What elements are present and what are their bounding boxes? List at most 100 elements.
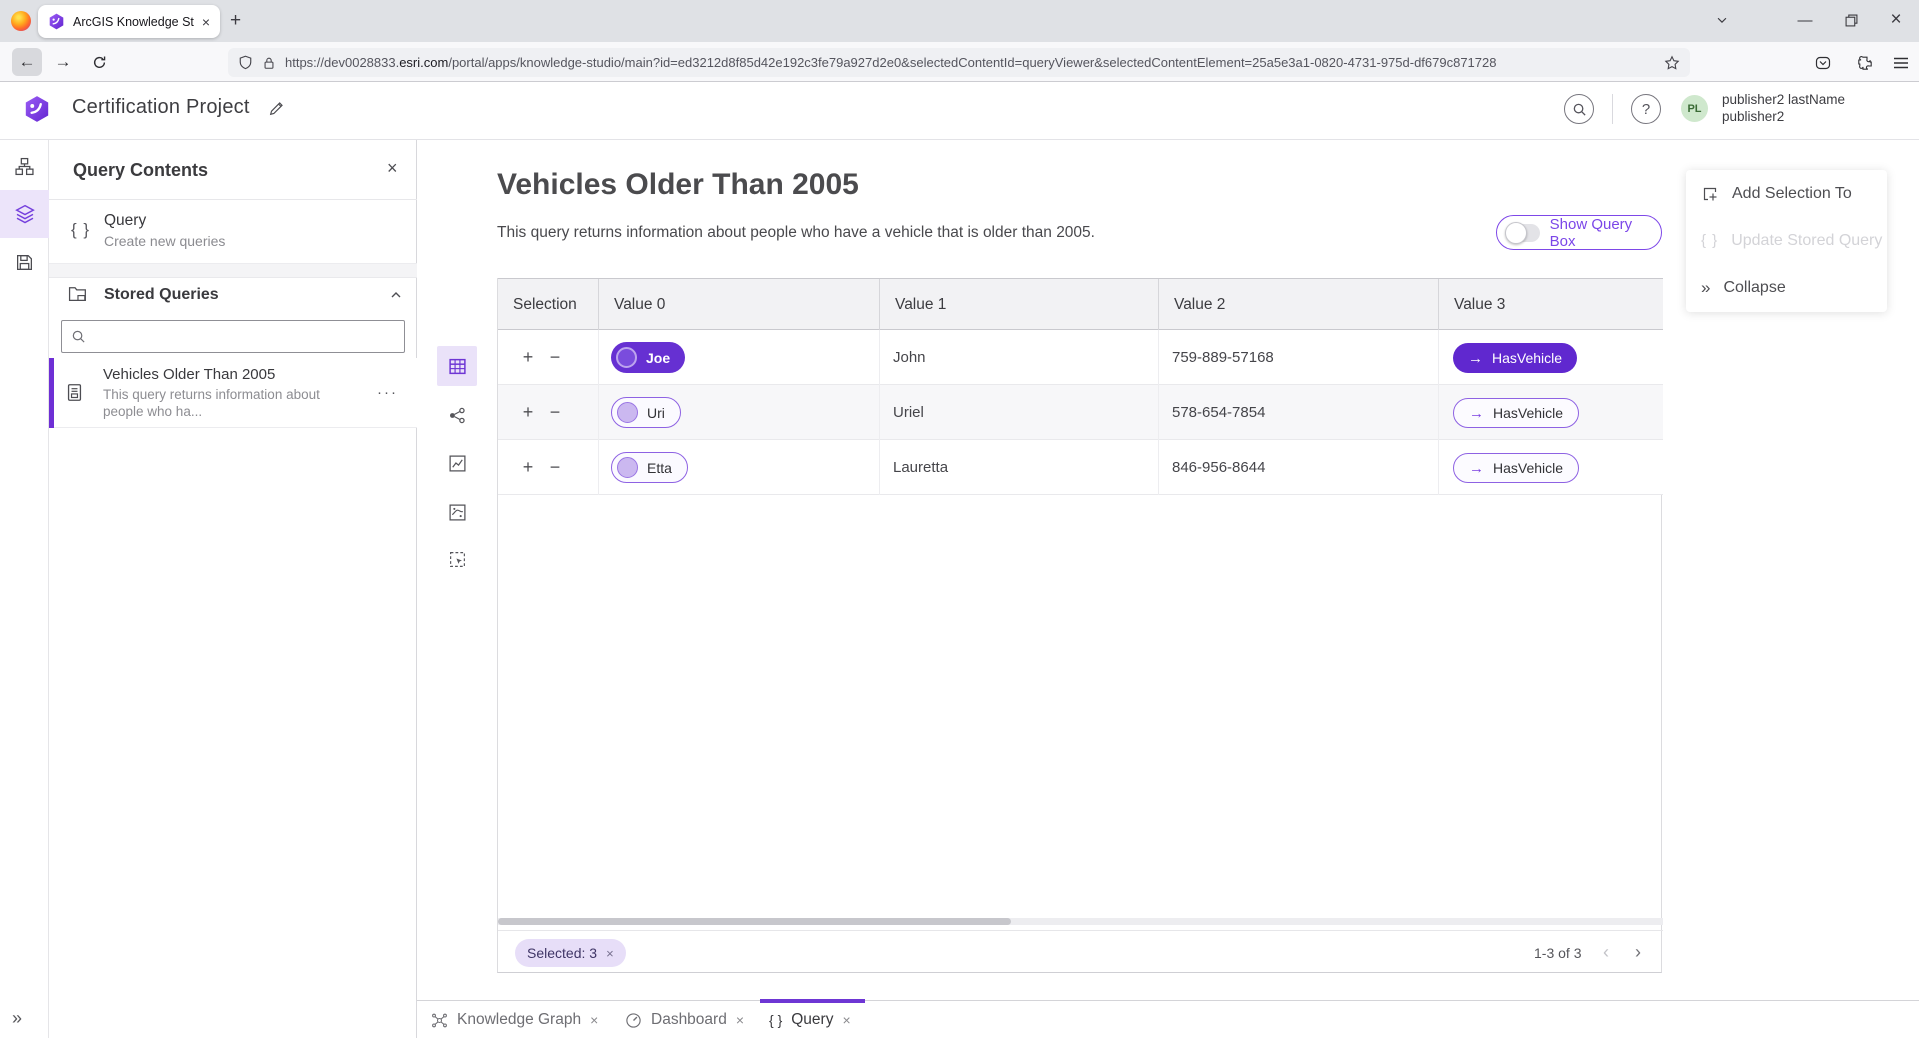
col-header-value3[interactable]: Value 3 — [1438, 279, 1663, 331]
col-header-value1[interactable]: Value 1 — [879, 279, 1158, 331]
page-prev-button[interactable]: ‹ — [1593, 939, 1619, 965]
stored-query-doc-icon — [65, 383, 84, 402]
browser-tab[interactable]: ArcGIS Knowledge Studio × — [38, 5, 220, 38]
query-title: Vehicles Older Than 2005 — [497, 168, 859, 202]
remove-from-selection-button[interactable]: − — [543, 330, 567, 385]
map-view-icon[interactable] — [437, 492, 477, 532]
query-description: This query returns information about peo… — [497, 224, 1095, 242]
pagination-range: 1-3 of 3 — [1534, 945, 1581, 961]
tab-close-icon[interactable]: × — [202, 15, 210, 29]
extensions-puzzle-icon[interactable] — [1850, 49, 1880, 77]
stored-query-desc-line1: This query returns information about — [103, 387, 320, 402]
toggle-track[interactable] — [1507, 224, 1540, 242]
cell-value1[interactable]: Lauretta — [893, 440, 948, 495]
stored-queries-searchbox[interactable] — [61, 320, 405, 353]
tab-close-icon[interactable]: × — [590, 1012, 598, 1028]
stored-query-item[interactable]: Vehicles Older Than 2005 This query retu… — [49, 358, 417, 428]
tab-title: ArcGIS Knowledge Studio — [73, 15, 194, 29]
select-tool-icon[interactable] — [437, 539, 477, 579]
padlock-icon[interactable] — [262, 56, 276, 70]
table-row[interactable]: + − Uri Uriel 578-654-7854 →HasVehicle — [498, 385, 1663, 440]
relationship-pill[interactable]: →HasVehicle — [1453, 343, 1577, 373]
firefox-icon[interactable] — [11, 11, 31, 31]
hamburger-menu-icon[interactable] — [1886, 49, 1916, 77]
tab-close-icon[interactable]: × — [736, 1012, 744, 1028]
entity-dot-icon — [616, 347, 637, 368]
contents-layers-icon[interactable] — [0, 190, 49, 238]
query-create-item[interactable]: { } Query Create new queries — [49, 200, 417, 264]
forward-button[interactable]: → — [48, 48, 78, 76]
add-to-selection-button[interactable]: + — [516, 440, 540, 495]
tab-list-chevron-icon[interactable] — [1699, 0, 1745, 40]
panel-close-icon[interactable]: × — [387, 158, 398, 179]
pocket-icon[interactable] — [1808, 49, 1838, 77]
tab-knowledge-graph[interactable]: Knowledge Graph × — [431, 1001, 598, 1038]
add-to-selection-button[interactable]: + — [516, 385, 540, 440]
back-button[interactable]: ← — [12, 48, 42, 76]
relationship-pill[interactable]: →HasVehicle — [1453, 453, 1579, 483]
dashboard-gauge-icon — [625, 1012, 642, 1029]
relationship-pill[interactable]: →HasVehicle — [1453, 398, 1579, 428]
remove-from-selection-button[interactable]: − — [543, 440, 567, 495]
stored-queries-header[interactable]: Stored Queries — [49, 278, 417, 314]
chart-view-icon[interactable] — [437, 443, 477, 483]
show-query-box-label: Show Query Box — [1550, 216, 1661, 250]
url-bar[interactable]: https://dev0028833.esri.com/portal/apps/… — [228, 48, 1690, 77]
user-avatar[interactable]: PL — [1681, 95, 1708, 122]
table-row[interactable]: + − Joe John 759-889-57168 →HasVehicle — [498, 330, 1663, 385]
menu-item-add-selection-to[interactable]: Add Selection To — [1686, 170, 1887, 217]
entity-pill[interactable]: Uri — [611, 397, 681, 428]
cell-value1[interactable]: John — [893, 330, 926, 385]
add-to-selection-button[interactable]: + — [516, 330, 540, 385]
col-header-value0[interactable]: Value 0 — [598, 279, 879, 331]
remove-from-selection-button[interactable]: − — [543, 385, 567, 440]
left-rail — [0, 140, 49, 1038]
cell-value2[interactable]: 846-956-8644 — [1172, 440, 1265, 495]
toggle-knob[interactable] — [1505, 222, 1527, 244]
show-query-box-toggle[interactable]: Show Query Box — [1496, 215, 1662, 250]
window-restore-button[interactable] — [1828, 0, 1874, 40]
results-table: Selection Value 0 Value 1 Value 2 Value … — [497, 278, 1662, 973]
entity-pill[interactable]: Joe — [611, 342, 685, 373]
item-options-ellipsis[interactable]: ··· — [377, 384, 398, 401]
help-button[interactable]: ? — [1631, 94, 1661, 124]
scrollbar-thumb[interactable] — [498, 918, 1011, 925]
window-close-button[interactable]: × — [1873, 0, 1919, 40]
chevron-up-icon[interactable] — [389, 288, 403, 302]
bookmark-star-icon[interactable] — [1664, 55, 1680, 71]
tab-dashboard[interactable]: Dashboard × — [625, 1001, 744, 1038]
cell-value2[interactable]: 759-889-57168 — [1172, 330, 1274, 385]
tab-close-icon[interactable]: × — [842, 1012, 850, 1028]
tab-query[interactable]: { } Query × — [769, 1001, 851, 1038]
new-tab-button[interactable]: + — [230, 11, 241, 30]
table-view-icon[interactable] — [437, 346, 477, 386]
col-header-value2[interactable]: Value 2 — [1158, 279, 1438, 331]
save-floppy-icon[interactable] — [0, 238, 49, 286]
braces-icon: { } — [71, 220, 90, 240]
menu-item-collapse[interactable]: » Collapse — [1686, 264, 1887, 311]
link-chart-icon[interactable] — [437, 395, 477, 435]
search-icon — [71, 329, 86, 344]
page-next-button[interactable]: › — [1625, 939, 1651, 965]
selected-count-chip[interactable]: Selected: 3 × — [515, 939, 626, 967]
header-search-button[interactable] — [1564, 94, 1594, 124]
expand-rail-chevrons[interactable]: » — [12, 1008, 22, 1029]
cell-value2[interactable]: 578-654-7854 — [1172, 385, 1265, 440]
cell-value1[interactable]: Uriel — [893, 385, 924, 440]
shield-icon[interactable] — [238, 55, 253, 70]
search-input[interactable] — [94, 322, 400, 351]
data-model-sitemap-icon[interactable] — [0, 142, 49, 190]
reload-button[interactable] — [84, 48, 114, 76]
col-header-selection[interactable]: Selection — [498, 279, 598, 331]
entity-pill[interactable]: Etta — [611, 452, 688, 483]
window-minimize-button[interactable]: — — [1782, 0, 1828, 40]
edit-pencil-icon[interactable] — [268, 100, 285, 117]
clear-selection-icon[interactable]: × — [606, 946, 614, 961]
knowledge-graph-icon — [431, 1012, 448, 1029]
horizontal-scrollbar[interactable] — [498, 918, 1663, 925]
header-divider — [1612, 94, 1613, 124]
entity-dot-icon — [617, 457, 638, 478]
url-text[interactable]: https://dev0028833.esri.com/portal/apps/… — [285, 55, 1655, 70]
table-row[interactable]: + − Etta Lauretta 846-956-8644 →HasVehic… — [498, 440, 1663, 495]
tab-favicon-icon — [48, 13, 65, 30]
